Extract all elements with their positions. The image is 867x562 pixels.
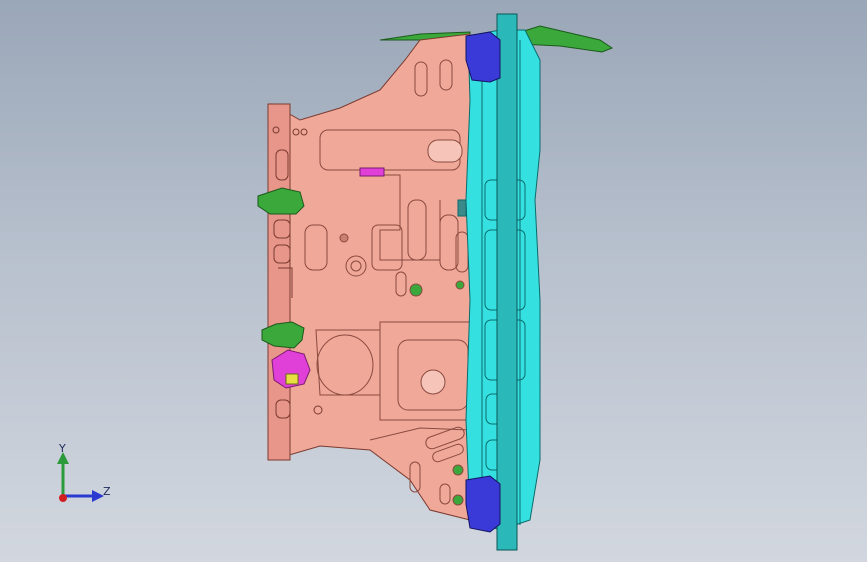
small-magenta-clip [359, 167, 385, 177]
z-axis-label: Z [103, 485, 111, 498]
cad-model[interactable] [0, 0, 867, 562]
3d-viewport[interactable]: Y Z [0, 0, 867, 562]
frame-rail [496, 13, 518, 551]
x-axis-origin [59, 494, 67, 502]
y-axis-label: Y [59, 442, 66, 455]
connector-tab [285, 373, 299, 385]
blue-bracket-bottom [465, 475, 501, 533]
left-flange [267, 103, 291, 461]
body-panel [271, 33, 479, 521]
clip-upper [257, 187, 305, 215]
blue-bracket-top [465, 31, 501, 83]
